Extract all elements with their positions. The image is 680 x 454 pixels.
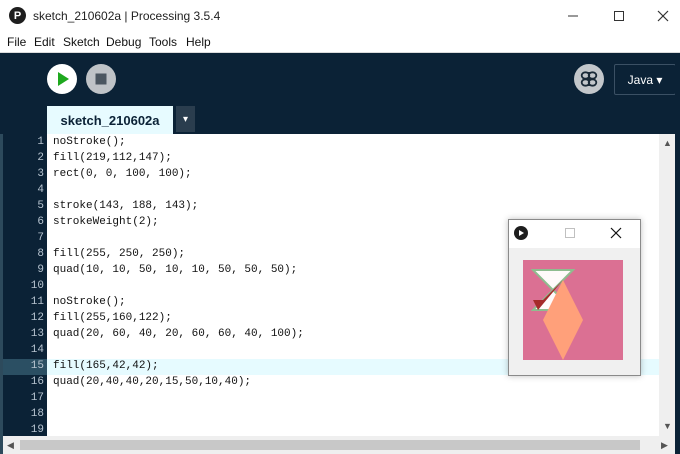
sketch-canvas (523, 260, 623, 360)
close-icon (657, 10, 669, 22)
line-number: 3 (37, 168, 44, 180)
code-line[interactable]: fill(255,160,122); (53, 312, 172, 324)
sketch-output-window[interactable] (508, 219, 641, 376)
maximize-icon (614, 11, 624, 21)
line-number: 6 (37, 216, 44, 228)
play-icon (58, 72, 69, 86)
menu-bar: File Edit Sketch Debug Tools Help (0, 32, 680, 53)
maximize-button[interactable] (596, 0, 642, 32)
code-line[interactable]: quad(10, 10, 50, 10, 10, 50, 50, 50); (53, 264, 297, 276)
minimize-button[interactable] (550, 0, 596, 32)
line-number: 8 (37, 248, 44, 260)
processing-app-icon: P (9, 7, 26, 24)
line-number: 7 (37, 232, 44, 244)
code-line[interactable]: fill(165,42,42); (53, 360, 159, 372)
code-line[interactable]: stroke(143, 188, 143); (53, 200, 198, 212)
scroll-right-icon[interactable]: ▶ (661, 440, 668, 451)
tab-menu-button[interactable]: ▾ (176, 106, 195, 132)
close-button[interactable] (640, 0, 680, 32)
menu-sketch[interactable]: Sketch (63, 35, 100, 49)
vertical-scrollbar[interactable]: ▲ ▼ (659, 134, 675, 436)
butterfly-icon (580, 71, 598, 87)
scroll-down-icon[interactable]: ▼ (663, 421, 672, 431)
right-edge-strip (675, 53, 680, 454)
mode-selector[interactable]: Java ▾ (614, 64, 676, 95)
maximize-icon[interactable] (565, 228, 576, 239)
menu-tools[interactable]: Tools (149, 35, 177, 49)
code-line[interactable]: noStroke(); (53, 296, 126, 308)
menu-debug[interactable]: Debug (106, 35, 141, 49)
code-line[interactable]: rect(0, 0, 100, 100); (53, 168, 192, 180)
stop-button[interactable] (86, 64, 116, 94)
stop-icon (95, 73, 107, 85)
sketch-app-icon (514, 226, 528, 240)
debugger-button[interactable] (574, 64, 604, 94)
minimize-icon (568, 15, 578, 17)
menu-help[interactable]: Help (186, 35, 211, 49)
line-number: 2 (37, 152, 44, 164)
line-number: 4 (37, 184, 44, 196)
code-line[interactable]: noStroke(); (53, 136, 126, 148)
code-line[interactable]: fill(219,112,147); (53, 152, 172, 164)
run-button[interactable] (47, 64, 77, 94)
window-title: sketch_210602a | Processing 3.5.4 (33, 9, 221, 23)
line-number: 15 (30, 360, 44, 372)
line-number: 13 (30, 328, 44, 340)
code-line[interactable]: quad(20, 60, 40, 20, 60, 60, 40, 100); (53, 328, 304, 340)
close-icon[interactable] (610, 227, 622, 239)
line-number: 9 (37, 264, 44, 276)
line-number: 11 (30, 296, 44, 308)
line-number: 19 (30, 424, 44, 436)
horizontal-scroll-thumb[interactable] (20, 440, 640, 450)
scroll-up-icon[interactable]: ▲ (663, 138, 672, 148)
menu-file[interactable]: File (7, 35, 26, 49)
sketch-window-titlebar (509, 220, 640, 248)
line-number: 10 (30, 280, 44, 292)
scroll-left-icon[interactable]: ◀ (7, 440, 14, 451)
menu-edit[interactable]: Edit (34, 35, 55, 49)
line-number: 12 (30, 312, 44, 324)
line-number: 14 (30, 344, 44, 356)
tab-sketch[interactable]: sketch_210602a (47, 106, 173, 134)
line-number: 5 (37, 200, 44, 212)
line-number: 1 (37, 136, 44, 148)
code-line[interactable]: strokeWeight(2); (53, 216, 159, 228)
code-line[interactable]: quad(20,40,40,20,15,50,10,40); (53, 376, 251, 388)
code-line[interactable]: fill(255, 250, 250); (53, 248, 185, 260)
line-number: 18 (30, 408, 44, 420)
line-number: 17 (30, 392, 44, 404)
line-number-gutter: 1 2 3 4 5 6 7 8 9 10 11 12 13 14 15 16 1… (3, 134, 47, 436)
line-number: 16 (30, 376, 44, 388)
